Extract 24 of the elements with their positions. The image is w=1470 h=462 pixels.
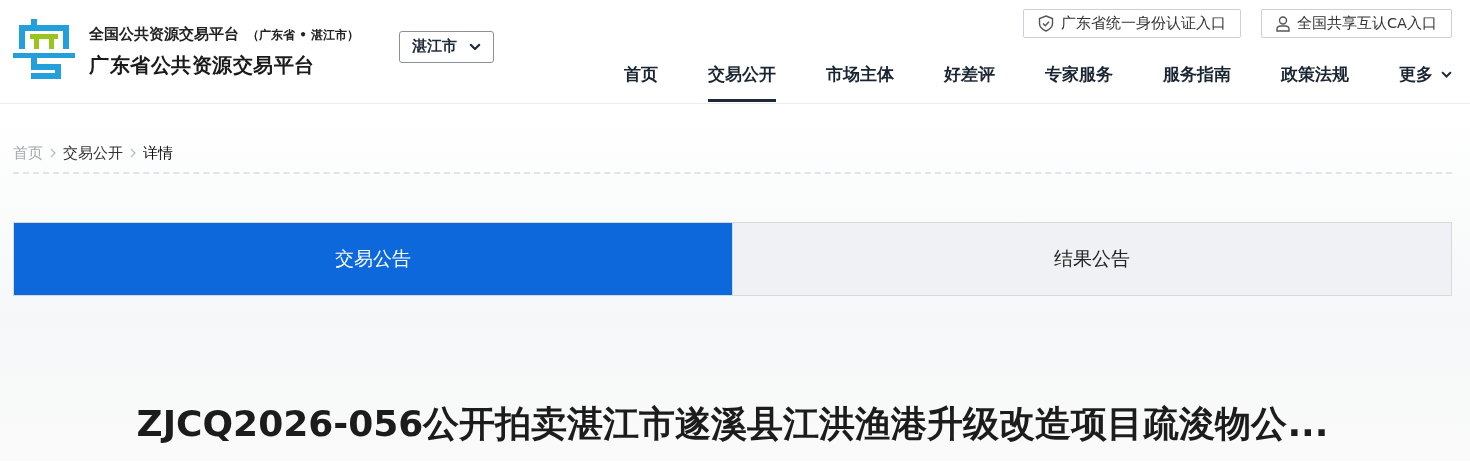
nav-item[interactable]: 好差评 <box>944 46 995 102</box>
login-entry-button[interactable]: 全国共享互认CA入口 <box>1260 9 1452 38</box>
nav-item[interactable]: 市场主体 <box>826 46 894 102</box>
tab[interactable]: 结果公告 <box>732 223 1451 295</box>
region-note: （广东省 • 湛江市） <box>247 26 360 44</box>
platform-subtitle: 全国公共资源交易平台 <box>89 24 239 44</box>
nav-item[interactable]: 政策法规 <box>1281 46 1349 102</box>
site-title: 广东省公共资源交易平台 <box>89 51 316 79</box>
user-icon <box>1275 15 1290 32</box>
article-title: ZJCQ2026-056公开拍卖湛江市遂溪县江洪渔港升级改造项目疏浚物公... <box>135 402 1330 446</box>
shield-check-icon <box>1037 15 1054 32</box>
login-entry-button[interactable]: 广东省统一身份认证入口 <box>1022 9 1241 38</box>
breadcrumb-link[interactable]: 交易公开 <box>63 144 123 163</box>
chevron-right-icon <box>130 148 136 158</box>
chevron-down-icon <box>469 42 482 51</box>
breadcrumb-link[interactable]: 详情 <box>143 144 173 163</box>
chevron-right-icon <box>50 148 56 158</box>
nav-item[interactable]: 更多 <box>1399 46 1452 102</box>
nav-item[interactable]: 服务指南 <box>1163 46 1231 102</box>
tab[interactable]: 交易公告 <box>14 223 732 295</box>
nav-item[interactable]: 首页 <box>624 46 658 102</box>
nav-item[interactable]: 专家服务 <box>1045 46 1113 102</box>
chevron-down-icon <box>1441 71 1452 78</box>
city-select[interactable]: 湛江市 <box>399 30 495 63</box>
